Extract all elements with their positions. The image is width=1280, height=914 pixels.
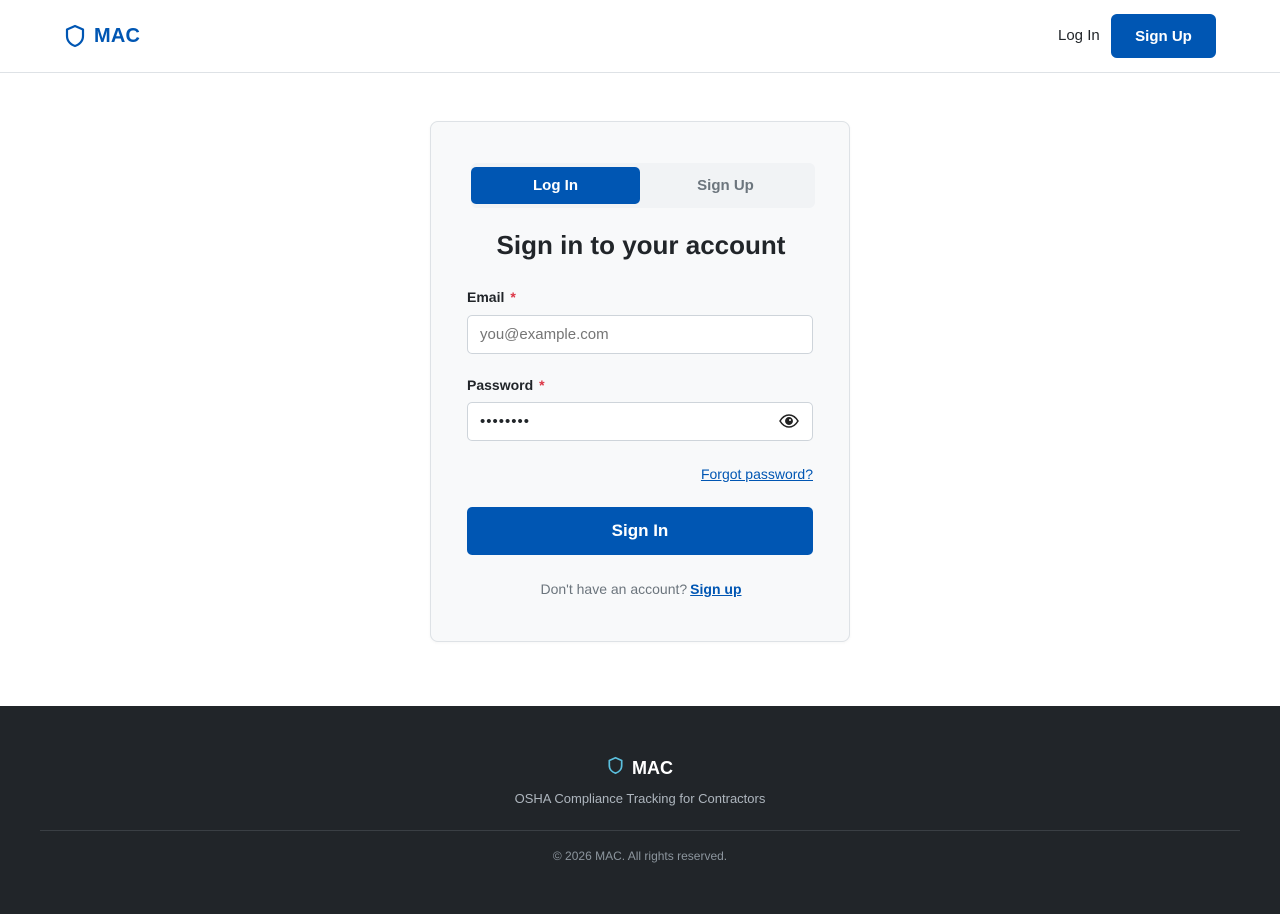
signup-prompt: Don't have an account? Sign up	[431, 581, 851, 597]
password-label-text: Password	[467, 377, 534, 393]
brand-name: MAC	[94, 24, 141, 47]
brand-link[interactable]: MAC	[64, 24, 140, 48]
tab-login[interactable]: Log In	[471, 167, 640, 204]
email-label-text: Email	[467, 289, 505, 305]
shield-icon	[607, 756, 624, 780]
password-label: Password *	[467, 377, 545, 393]
auth-card: Log In Sign Up Sign in to your account E…	[430, 121, 850, 642]
forgot-password-link[interactable]: Forgot password?	[701, 466, 813, 482]
shield-icon	[64, 24, 86, 48]
page-title: Sign in to your account	[496, 230, 786, 260]
required-marker: *	[510, 289, 516, 305]
nav-signup-button[interactable]: Sign Up	[1111, 14, 1216, 58]
signup-prompt-text: Don't have an account?	[540, 581, 688, 597]
signup-link[interactable]: Sign up	[690, 581, 741, 597]
email-field[interactable]	[467, 315, 813, 354]
footer-divider	[40, 830, 1240, 831]
sign-in-button[interactable]: Sign In	[467, 507, 813, 555]
footer-tagline: OSHA Compliance Tracking for Contractors	[514, 791, 766, 806]
footer: MAC OSHA Compliance Tracking for Contrac…	[0, 706, 1280, 914]
tab-signup[interactable]: Sign Up	[641, 167, 810, 204]
email-label: Email *	[467, 289, 516, 305]
footer-brand-name: MAC	[632, 757, 673, 778]
nav-login-link[interactable]: Log In	[1048, 24, 1110, 48]
eye-icon[interactable]	[778, 410, 800, 432]
footer-brand: MAC	[0, 756, 1280, 780]
footer-copyright: © 2026 MAC. All rights reserved.	[552, 849, 728, 863]
required-marker: *	[539, 377, 545, 393]
password-field[interactable]	[467, 402, 813, 441]
auth-tabs: Log In Sign Up	[471, 163, 815, 208]
top-navbar: MAC Log In Sign Up	[0, 0, 1280, 73]
